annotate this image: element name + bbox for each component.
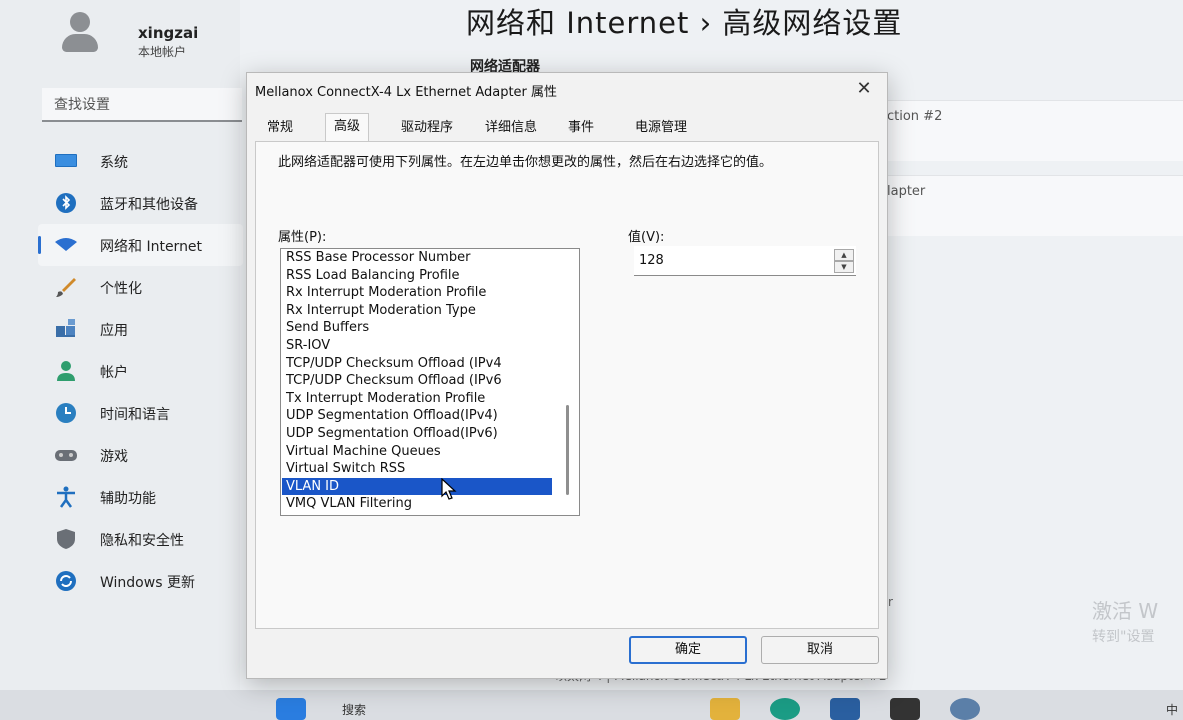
sidebar-item-gaming[interactable]: 游戏 (38, 434, 243, 476)
taskbar: 搜索 中 (0, 690, 1183, 720)
sidebar-item-time-language[interactable]: 时间和语言 (38, 392, 243, 434)
cancel-button[interactable]: 取消 (761, 636, 879, 664)
sidebar-item-accessibility[interactable]: 辅助功能 (38, 476, 243, 518)
close-icon[interactable]: ✕ (851, 77, 877, 101)
sidebar-item-accounts[interactable]: 帐户 (38, 350, 243, 392)
ok-button[interactable]: 确定 (629, 636, 747, 664)
list-item[interactable]: SR-IOV (282, 337, 552, 355)
sidebar-item-label: 隐私和安全性 (100, 533, 184, 549)
list-item[interactable]: TCP/UDP Checksum Offload (IPv6 (282, 372, 552, 390)
avatar (58, 12, 102, 56)
value-label: 值(V): (628, 230, 665, 245)
account-type: 本地帐户 (138, 45, 187, 59)
tab-details[interactable]: 详细信息 (477, 115, 545, 141)
sidebar-item-privacy[interactable]: 隐私和安全性 (38, 518, 243, 560)
watermark-line1: 激活 W (1092, 599, 1159, 623)
list-item-selected[interactable]: VLAN ID (282, 477, 552, 496)
adapter-card-text: lapter (887, 184, 926, 199)
brush-icon (56, 278, 76, 297)
start-icon[interactable] (276, 698, 306, 720)
list-item[interactable]: Rx Interrupt Moderation Profile (282, 284, 552, 302)
terminal-icon[interactable] (890, 698, 920, 720)
background-fragment: r (888, 595, 893, 609)
sidebar-item-personalization[interactable]: 个性化 (38, 266, 243, 308)
list-item[interactable]: Rx Interrupt Moderation Type (282, 302, 552, 320)
person-icon (57, 361, 75, 381)
settings-icon[interactable] (950, 698, 980, 720)
accessibility-icon (57, 486, 75, 508)
sidebar-item-label: 时间和语言 (100, 407, 170, 423)
nav-list: 系统 蓝牙和其他设备 网络和 Internet 个性化 应用 帐户 时间和语言 (38, 140, 243, 602)
browser-icon[interactable] (770, 698, 800, 720)
value-field[interactable]: 128 (639, 253, 664, 268)
tab-driver[interactable]: 驱动程序 (393, 115, 461, 141)
bluetooth-icon (56, 193, 76, 213)
advanced-panel: 此网络适配器可使用下列属性。在左边单击你想更改的属性，然后在右边选择它的值。 属… (255, 141, 879, 629)
spin-up-icon[interactable]: ▲ (834, 249, 854, 261)
account-name: xingzai (138, 24, 199, 42)
list-item[interactable]: UDP Segmentation Offload(IPv4) (282, 407, 552, 425)
list-item[interactable]: VMQ VLAN Filtering (282, 495, 552, 513)
list-item[interactable]: RSS Base Processor Number (282, 249, 552, 267)
sidebar-item-label: 网络和 Internet (100, 239, 203, 255)
tab-general[interactable]: 常规 (259, 115, 301, 141)
shield-icon (57, 529, 75, 549)
update-icon (56, 571, 76, 591)
adapter-card[interactable]: ction #2 (880, 100, 1183, 161)
activation-watermark: 激活 W 转到"设置 (1092, 598, 1158, 650)
sidebar-item-system[interactable]: 系统 (38, 140, 243, 182)
sidebar-item-label: 蓝牙和其他设备 (100, 197, 198, 213)
gamepad-icon (55, 450, 77, 461)
panel-description: 此网络适配器可使用下列属性。在左边单击你想更改的属性，然后在右边选择它的值。 (278, 155, 773, 170)
sidebar-item-bluetooth[interactable]: 蓝牙和其他设备 (38, 182, 243, 224)
apps-icon (56, 319, 75, 337)
sidebar-item-label: 游戏 (100, 449, 128, 465)
dialog-title: Mellanox ConnectX-4 Lx Ethernet Adapter … (255, 85, 558, 100)
clock-globe-icon (56, 403, 76, 423)
tab-advanced[interactable]: 高级 (325, 113, 370, 142)
sidebar-item-windows-update[interactable]: Windows 更新 (38, 560, 243, 602)
sidebar-item-label: Windows 更新 (100, 575, 195, 591)
sidebar-item-label: 系统 (100, 155, 128, 171)
page-title: 网络和 Internet › 高级网络设置 (466, 6, 903, 40)
monitor-icon (55, 154, 77, 167)
sidebar-item-label: 辅助功能 (100, 491, 156, 507)
adapter-card-text: ction #2 (887, 109, 943, 124)
folder-icon[interactable] (710, 698, 740, 720)
property-label: 属性(P): (278, 230, 327, 245)
adapter-card[interactable]: lapter (880, 175, 1183, 236)
sidebar-item-label: 应用 (100, 323, 128, 339)
list-scrollbar[interactable] (566, 405, 569, 495)
list-item[interactable]: Tx Interrupt Moderation Profile (282, 390, 552, 408)
list-item[interactable]: Virtual Machine Queues (282, 443, 552, 461)
list-item[interactable]: RSS Load Balancing Profile (282, 267, 552, 285)
dialog-tabs: 常规 高级 驱动程序 详细信息 事件 电源管理 (255, 113, 875, 142)
sidebar-item-network[interactable]: 网络和 Internet (38, 224, 243, 266)
list-item[interactable]: UDP Segmentation Offload(IPv6) (282, 425, 552, 443)
settings-sidebar: xingzai 本地帐户 查找设置 系统 蓝牙和其他设备 网络和 Interne… (0, 0, 243, 690)
tab-events[interactable]: 事件 (560, 115, 602, 141)
tab-power-management[interactable]: 电源管理 (627, 115, 695, 141)
ime-indicator[interactable]: 中 (1166, 701, 1178, 718)
adapter-properties-dialog: Mellanox ConnectX-4 Lx Ethernet Adapter … (246, 72, 888, 679)
spin-down-icon[interactable]: ▼ (834, 261, 854, 273)
search-placeholder: 查找设置 (54, 97, 110, 113)
list-item[interactable]: TCP/UDP Checksum Offload (IPv4 (282, 355, 552, 373)
active-indicator (38, 236, 41, 254)
sidebar-item-apps[interactable]: 应用 (38, 308, 243, 350)
watermark-line2: 转到"设置 (1092, 629, 1155, 645)
network-icon (55, 238, 77, 251)
value-spinbox[interactable]: 128 ▲ ▼ (634, 246, 856, 276)
list-item[interactable]: Virtual Switch RSS (282, 460, 552, 478)
mouse-cursor-icon (441, 478, 457, 500)
store-icon[interactable] (830, 698, 860, 720)
taskbar-search[interactable]: 搜索 (342, 701, 366, 718)
property-list[interactable]: RSS Base Processor Number RSS Load Balan… (280, 248, 580, 516)
sidebar-item-label: 个性化 (100, 281, 142, 297)
sidebar-item-label: 帐户 (100, 365, 128, 381)
list-item[interactable]: Send Buffers (282, 319, 552, 337)
search-input[interactable]: 查找设置 (42, 88, 242, 122)
